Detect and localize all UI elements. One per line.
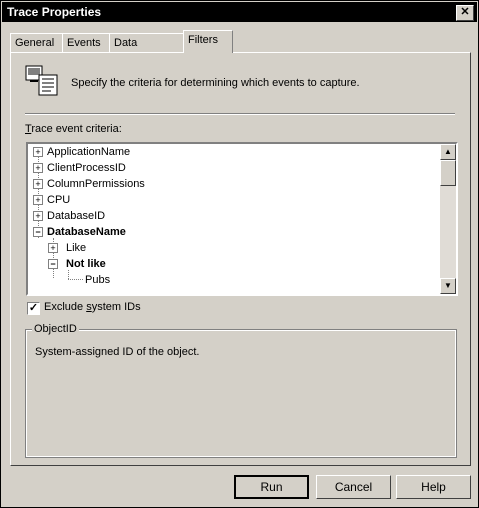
help-button[interactable]: Help <box>396 475 471 499</box>
collapse-icon[interactable]: − <box>33 227 43 237</box>
exclude-system-ids-label: Exclude system IDs <box>44 301 141 313</box>
tab-events[interactable]: Events <box>62 33 112 53</box>
cancel-button[interactable]: Cancel <box>316 475 391 499</box>
exclude-label-pre: Exclude <box>44 301 87 313</box>
exclude-system-ids-checkbox[interactable]: ✓ <box>27 302 40 315</box>
tree-node-applicationname[interactable]: + ApplicationName <box>28 144 228 160</box>
criteria-label-rest: race event criteria: <box>31 123 122 135</box>
tree-node-like[interactable]: + Like <box>28 240 228 256</box>
window-title: Trace Properties <box>7 5 102 19</box>
tree-node-label: Like <box>66 242 87 254</box>
trace-properties-dialog: Trace Properties ✕ General Events Data C… <box>0 0 479 508</box>
tab-general[interactable]: General <box>10 33 64 53</box>
expand-icon[interactable]: + <box>48 243 58 253</box>
close-button[interactable]: ✕ <box>456 5 474 21</box>
expand-icon[interactable]: + <box>33 179 43 189</box>
tree-node-cpu[interactable]: + CPU <box>28 192 228 208</box>
title-bar: Trace Properties ✕ <box>2 2 477 22</box>
expand-icon[interactable]: + <box>33 147 43 157</box>
tree-content: + ApplicationName + ClientProcessID + Co… <box>28 144 438 294</box>
expand-icon[interactable]: + <box>33 163 43 173</box>
filters-panel: Specify the criteria for determining whi… <box>10 52 471 466</box>
expand-icon[interactable]: + <box>33 211 43 221</box>
run-button[interactable]: Run <box>234 475 309 499</box>
separator <box>25 113 455 115</box>
filter-document-icon <box>25 65 58 96</box>
scroll-up-button[interactable]: ▲ <box>440 144 456 160</box>
tree-node-databasename[interactable]: − DatabaseName <box>28 224 228 240</box>
collapse-icon[interactable]: − <box>48 259 58 269</box>
tree-node-databaseid[interactable]: + DatabaseID <box>28 208 228 224</box>
tree-node-label: ClientProcessID <box>47 162 126 174</box>
groupbox-title: ObjectID <box>32 323 79 335</box>
tree-node-pubs[interactable]: Pubs <box>28 272 228 288</box>
scroll-thumb[interactable] <box>440 160 456 186</box>
tree-node-label: ApplicationName <box>47 146 131 158</box>
trace-event-criteria-label: Trace event criteria: <box>25 123 122 135</box>
exclude-label-post: ystem IDs <box>91 301 141 313</box>
tree-node-label: DatabaseName <box>47 226 126 238</box>
tab-data-columns[interactable]: Data Columns <box>109 33 188 67</box>
tree-node-not-like[interactable]: − Not like <box>28 256 228 272</box>
tree-node-label: DatabaseID <box>47 210 106 222</box>
tab-filters[interactable]: Filters <box>183 30 233 53</box>
tree-scrollbar[interactable]: ▲ ▼ <box>440 144 456 294</box>
groupbox-description: System-assigned ID of the object. <box>35 346 200 358</box>
tree-node-clientprocessid[interactable]: + ClientProcessID <box>28 160 228 176</box>
tree-node-columnpermissions[interactable]: + ColumnPermissions <box>28 176 228 192</box>
header-description: Specify the criteria for determining whi… <box>71 77 360 89</box>
criteria-tree[interactable]: + ApplicationName + ClientProcessID + Co… <box>26 142 458 296</box>
tree-node-label: Pubs <box>85 274 111 286</box>
scroll-down-button[interactable]: ▼ <box>440 278 456 294</box>
tree-node-label: CPU <box>47 194 71 206</box>
tree-node-label: Not like <box>66 258 106 270</box>
expand-icon[interactable]: + <box>33 195 43 205</box>
tree-node-label: ColumnPermissions <box>47 178 145 190</box>
